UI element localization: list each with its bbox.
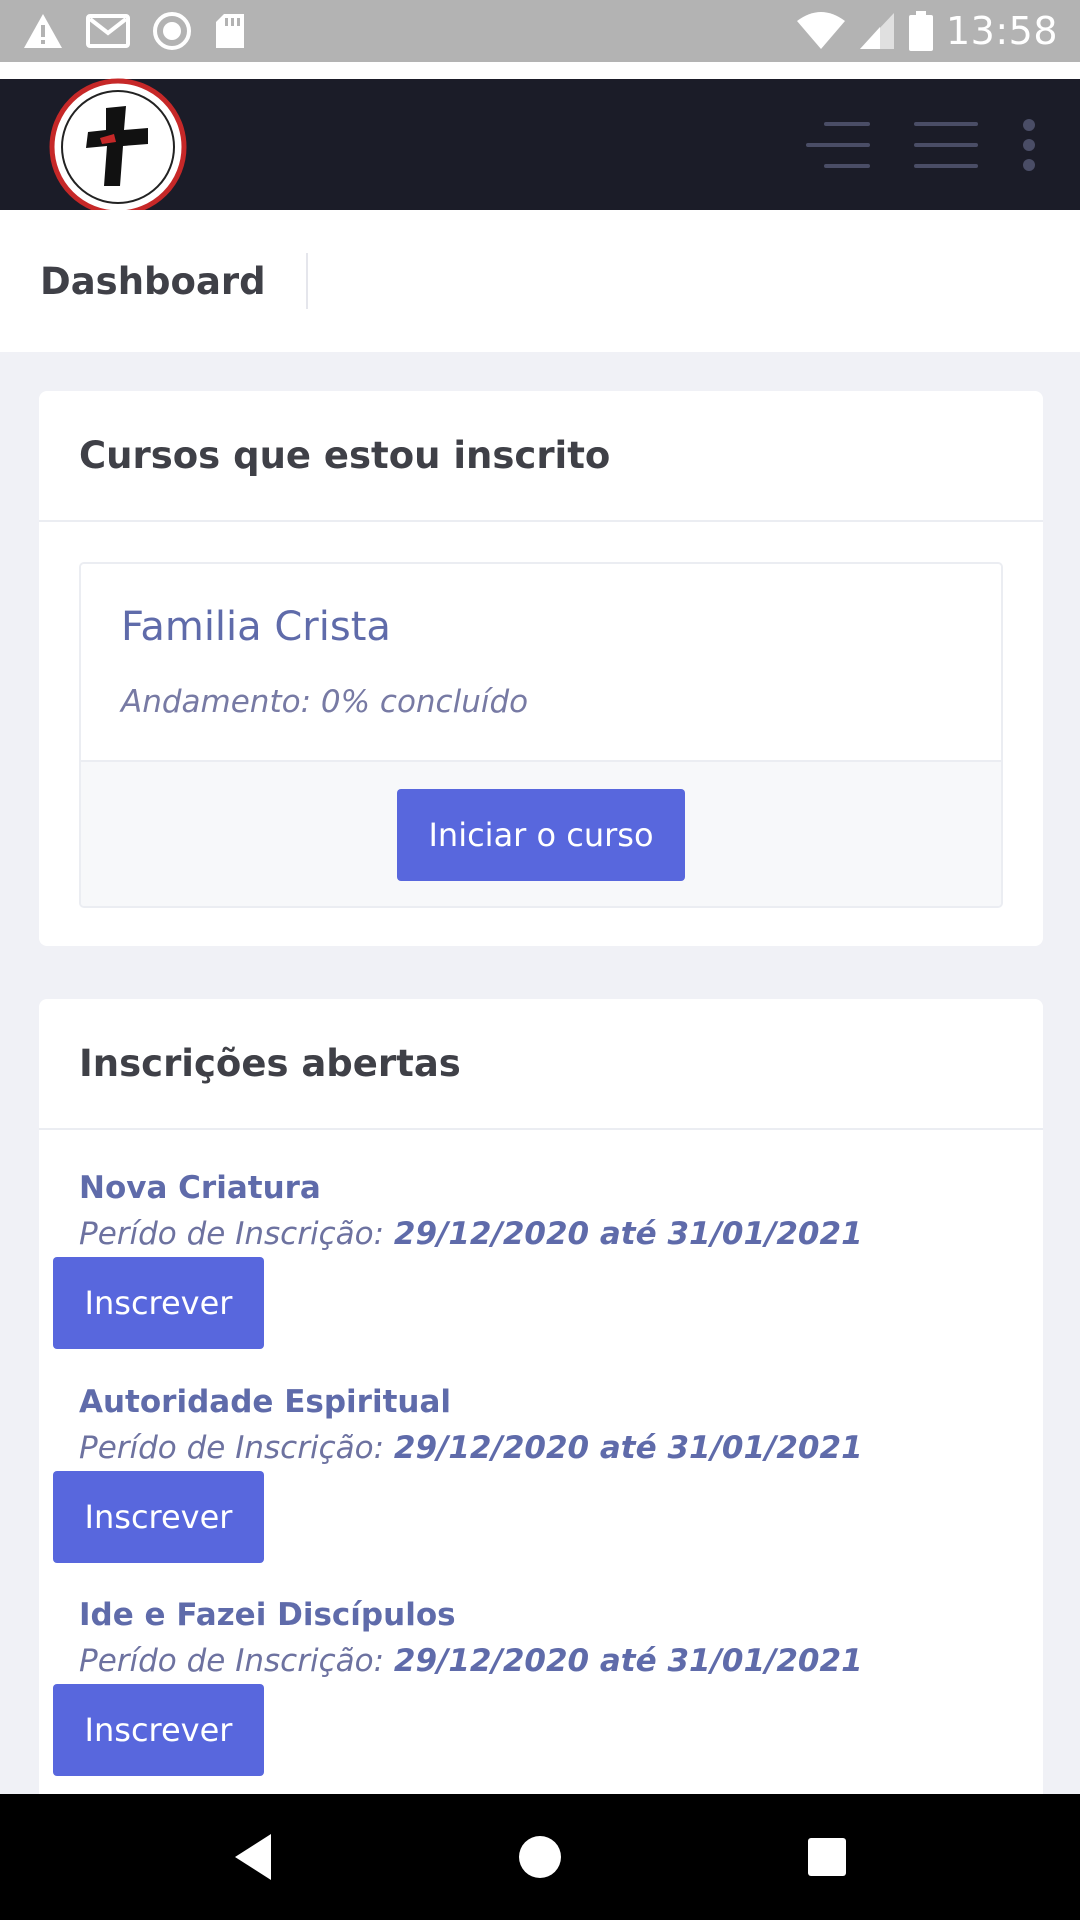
course-actions: Iniciar o curso [81,762,1001,906]
navigation-bar [0,1794,1080,1920]
status-system: 13:58 [796,9,1058,53]
title-divider [305,253,308,309]
enrollment-period-label: Perído de Inscrição: [79,1643,385,1679]
enrollment-period-label: Perído de Inscrição: [79,1216,385,1252]
list-item: Autoridade Espiritual Perído de Inscriçã… [39,1384,1043,1589]
enrollment-period-dates: 29/12/2020 até 31/01/2021 [393,1216,863,1252]
status-bar: 13:58 [0,0,1080,62]
open-enrollments-title: Inscrições abertas [79,1042,461,1085]
enrollment-period-dates: 29/12/2020 até 31/01/2021 [393,1430,863,1466]
signal-icon [858,11,896,51]
subheader: Dashboard [0,210,1080,352]
subscribe-button[interactable]: Inscrever [53,1684,264,1776]
enrollment-period: Perído de Inscrição: 29/12/2020 até 31/0… [79,1643,863,1679]
enrollment-period: Perído de Inscrição: 29/12/2020 até 31/0… [79,1216,863,1252]
course-item: Familia Crista Andamento: 0% concluído I… [79,562,1003,908]
list-item: Ide e Fazei Discípulos Perído de Inscriç… [39,1597,1043,1802]
enrollment-course-name: Autoridade Espiritual [79,1384,451,1420]
list-item: Nova Criatura Perído de Inscrição: 29/12… [39,1170,1043,1375]
status-clock: 13:58 [945,9,1058,53]
record-icon [152,11,192,51]
enrollment-period-dates: 29/12/2020 até 31/01/2021 [393,1643,863,1679]
enrollment-course-name: Nova Criatura [79,1170,321,1206]
enrolled-courses-title: Cursos que estou inscrito [79,434,611,477]
back-icon[interactable] [208,1812,298,1902]
battery-icon [908,10,934,52]
home-icon[interactable] [495,1812,585,1902]
status-notifications [22,11,246,51]
app-header [0,78,1080,215]
status-bar-divider [0,62,1080,79]
menu-icon[interactable] [914,105,978,185]
gmail-icon [86,13,130,49]
recents-icon[interactable] [782,1812,872,1902]
enrollment-period-label: Perído de Inscrição: [79,1430,385,1466]
subscribe-button[interactable]: Inscrever [53,1257,264,1349]
course-info: Familia Crista Andamento: 0% concluído [81,564,1001,762]
church-logo-cross-icon[interactable] [44,78,192,216]
enrolled-courses-card: Cursos que estou inscrito Familia Crista… [39,391,1043,946]
enrollment-course-name: Ide e Fazei Discípulos [79,1597,456,1633]
start-course-button[interactable]: Iniciar o curso [397,789,685,881]
course-progress: Andamento: 0% concluído [121,684,529,720]
page-title: Dashboard [40,259,266,303]
subscribe-button[interactable]: Inscrever [53,1471,264,1563]
open-enrollments-card: Inscrições abertas Nova Criatura Perído … [39,999,1043,1820]
enrolled-courses-header: Cursos que estou inscrito [39,391,1043,522]
open-enrollments-header: Inscrições abertas [39,999,1043,1130]
sidebar-toggle-icon[interactable] [806,105,870,185]
enrollment-period: Perído de Inscrição: 29/12/2020 até 31/0… [79,1430,863,1466]
more-vert-icon[interactable] [1022,105,1036,185]
course-name: Familia Crista [121,604,391,650]
warning-icon [22,12,64,50]
sd-card-icon [214,12,246,50]
wifi-icon [796,11,846,51]
header-actions [806,105,1036,185]
